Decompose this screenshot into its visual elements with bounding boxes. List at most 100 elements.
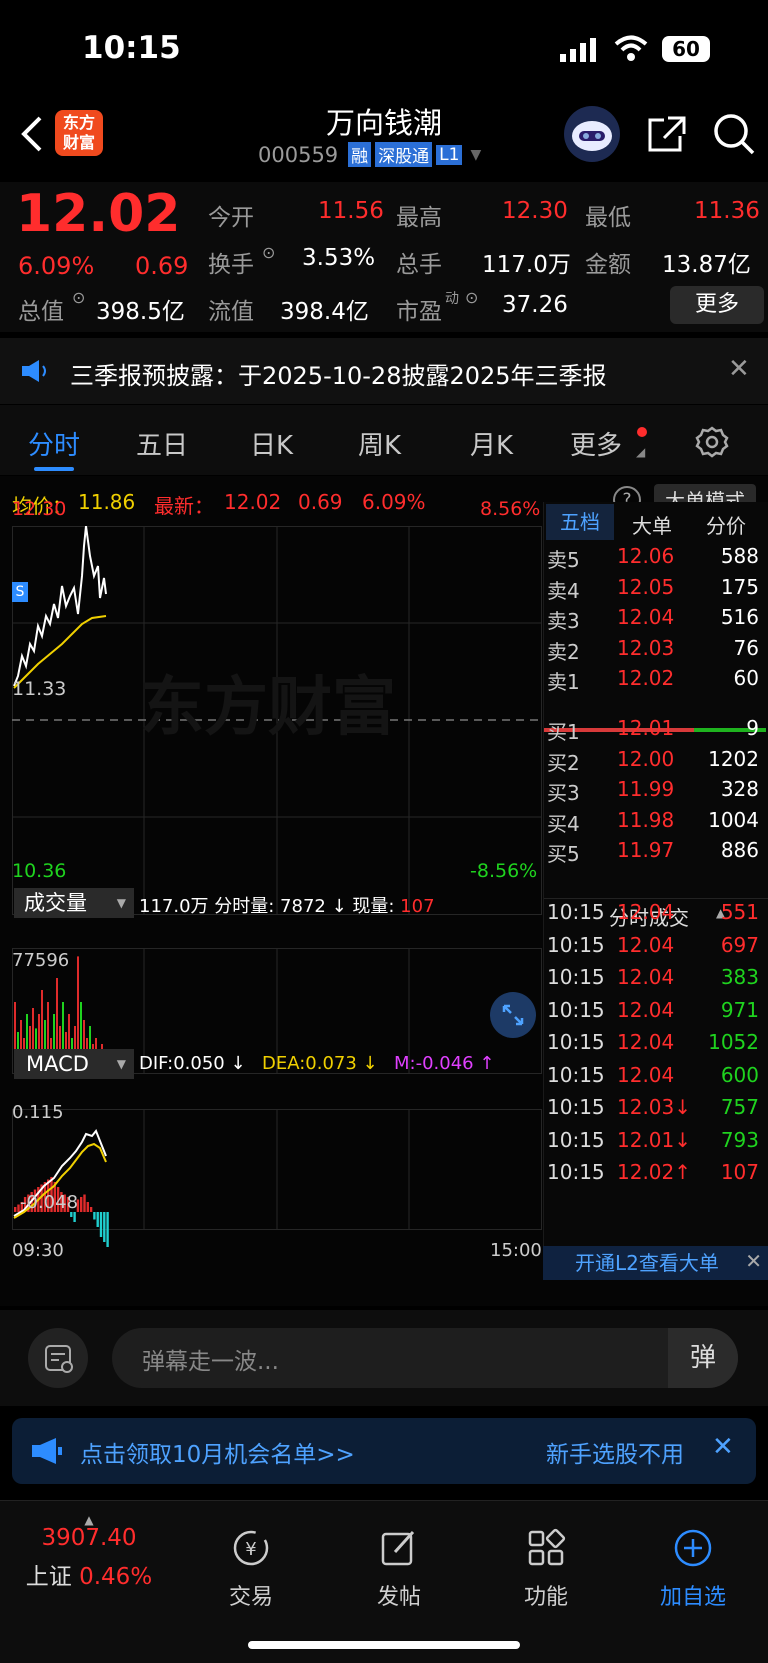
macd-bar [93,1212,96,1220]
nav-functions[interactable]: 功能 [471,1501,621,1611]
danmaku-settings-icon[interactable] [28,1328,88,1388]
stat-label-amount: 金额 [585,252,631,278]
trade-tick-row: 10:15 12.03↓ 757 [547,1095,759,1119]
macd-bar [73,1212,76,1222]
time-end-label: 15:00 [490,1240,542,1261]
close-icon[interactable]: ✕ [728,354,750,384]
svg-text:¥: ¥ [245,1539,256,1560]
tag-margin: 融 [348,142,372,167]
caret-down-icon: ▼ [116,896,126,910]
macd-dif: DIF:0.050 ↓ [139,1053,246,1074]
tab-more[interactable]: 更多 [570,425,622,462]
expand-icon[interactable] [490,992,536,1038]
stat-label-pe: 市盈 [396,299,442,325]
banner-left-text: 点击领取10月机会名单>> [80,1442,355,1468]
trade-icon: ¥ [176,1523,326,1573]
tab-price-dist[interactable]: 分价 [706,510,746,539]
nav-functions-label: 功能 [523,1585,568,1610]
pct-bot-label: -8.56% [470,860,538,882]
bid-row: 买5 11.97 886 [547,838,759,867]
edit-icon [324,1523,474,1573]
bid-row: 买2 12.00 1202 [547,746,759,775]
tab-big-orders[interactable]: 大单 [632,510,672,539]
intraday-chart-area: 均价： 11.86 最新： 12.02 0.69 6.09% ? 大单模式 东方… [0,476,768,1306]
index-ticker[interactable]: ▲ 3907.40 上证 0.46% [14,1501,164,1591]
stat-value-open: 11.56 [318,198,384,224]
search-icon[interactable] [712,112,756,160]
volume-selector[interactable]: 成交量 ▼ [14,888,134,918]
l2-upgrade-link[interactable]: 开通L2查看大单 ✕ [543,1246,768,1280]
macd-selector[interactable]: MACD ▼ [14,1049,134,1079]
close-icon[interactable]: ✕ [745,1244,762,1278]
trade-tick-row: 10:15 12.01↓ 793 [547,1127,759,1152]
gear-icon[interactable] [695,425,729,463]
ask-row: 卖4 12.05 175 [547,574,759,603]
notice-bar[interactable]: 三季报预披露：于2025-10-28披露2025年三季报 ✕ [0,338,768,404]
macd-m: M:-0.046 ↑ [394,1053,495,1074]
nav-add-watchlist[interactable]: 加自选 [618,1501,768,1611]
stat-label-mktcap: 总值 [18,299,64,325]
info-icon[interactable]: ⊙ [262,243,275,262]
danmaku-toggle-icon[interactable]: 弹 [668,1328,738,1388]
stock-code: 000559 [258,142,339,167]
danmaku-placeholder: 弹幕走一波... [142,1349,279,1375]
macd-bar [86,1202,89,1212]
nav-post[interactable]: 发帖 [324,1501,474,1611]
macd-bar [83,1194,86,1212]
tab-monthly[interactable]: 月K [470,425,513,462]
y-top-label: 12.30 [12,498,67,520]
share-icon[interactable] [646,114,688,158]
tab-weekly[interactable]: 周K [358,425,401,462]
danmaku-input[interactable]: 弹幕走一波... 弹 [112,1328,738,1388]
latest-pct: 6.09% [362,490,426,514]
close-icon[interactable]: ✕ [712,1432,734,1462]
stat-label-open: 今开 [208,205,254,231]
promo-banner[interactable]: 点击领取10月机会名单>> 新手选股不用 ✕ [12,1418,756,1484]
more-button[interactable]: 更多 [670,286,764,324]
stat-label-float: 流值 [208,299,254,325]
comment-bar: 弹幕走一波... 弹 [0,1310,768,1406]
clock: 10:15 [82,30,181,66]
latest-change: 0.69 [298,490,343,514]
stat-label-turnover: 换手 [208,252,254,278]
bid-row: 买3 11.99 328 [547,777,759,806]
change-value: 0.69 [135,252,189,280]
macd-bar [96,1212,99,1227]
macd-dea: DEA:0.073 ↓ [262,1053,378,1074]
time-start-label: 09:30 [12,1240,64,1261]
latest-value: 12.02 [224,490,282,514]
tab-daily[interactable]: 日K [250,425,293,462]
stat-value-turnover: 3.53% [302,245,376,271]
tab-level5[interactable]: 五档 [546,504,614,540]
pct-top-label: 8.56% [480,498,541,520]
tab-intraday[interactable]: 分时 [28,425,80,462]
macd-label: MACD [26,1052,89,1076]
nav-trade[interactable]: ¥ 交易 [176,1501,326,1611]
caret-down-icon: ▼ [116,1057,126,1071]
banner-right-text: 新手选股不用 [546,1442,684,1468]
stat-value-high: 12.30 [502,198,568,224]
trade-tick-row: 10:15 12.04 551 [547,900,759,924]
stat-value-amount: 13.87亿 [662,252,751,278]
trade-tick-row: 10:15 12.04 383 [547,965,759,989]
robot-assistant-icon[interactable] [564,106,620,162]
ask-row: 卖2 12.03 76 [547,635,759,664]
y-bot-label: 10.36 [12,860,67,882]
tab-5day[interactable]: 五日 [136,425,188,462]
info-icon[interactable]: ⊙ [72,288,85,307]
change-pct: 6.09% [18,252,95,280]
trade-tick-row: 10:15 12.04 971 [547,997,759,1022]
trade-tick-row: 10:15 12.04 600 [547,1062,759,1087]
macd-bot-label: -0.048 [20,1192,79,1213]
macd-bar [103,1212,106,1242]
stat-label-volume: 总手 [396,252,442,278]
nav-post-label: 发帖 [376,1585,421,1610]
trade-tick-row: 10:15 12.04 697 [547,932,759,957]
stat-label-low: 最低 [585,205,631,231]
info-icon[interactable]: ⊙ [465,288,478,307]
index-name: 上证 [25,1564,72,1590]
stat-value-pe: 37.26 [502,292,568,318]
stock-code-row[interactable]: 000559 融 深股通 L1 ▼ [258,142,481,167]
macd-bar [14,1207,17,1212]
stat-value-low: 11.36 [694,198,760,224]
